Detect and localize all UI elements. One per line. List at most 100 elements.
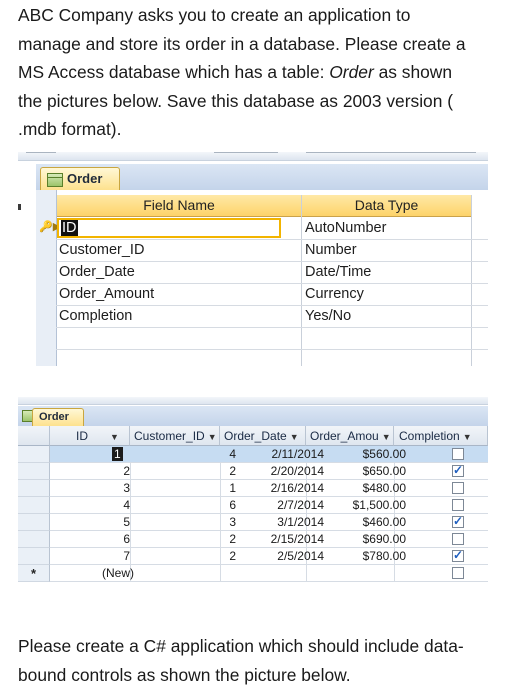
completion-checkbox[interactable] [452,482,464,494]
table-design-view: Order Field Name Data Type 🔑▶ ID AutoNum… [18,152,488,366]
tab-order-datasheet[interactable]: Order [32,408,84,427]
outro-line-1: Please create a C# application which sho… [18,636,464,656]
tab-order-label: Order [67,171,103,186]
completion-checkbox[interactable] [452,463,464,477]
grid-divider [301,195,302,366]
document-tab-bar: Order [36,164,488,191]
cell-id[interactable]: 1 [112,446,130,463]
column-header-order-date[interactable]: Order_Date ▼ [220,426,306,446]
datasheet-grid: ID ▼ Customer_ID ▼ Order_Date ▼ Order_Amou ▼… [18,426,488,606]
column-header-completion[interactable]: Completion ▼ [394,426,488,446]
cell-order-amount[interactable]: $480.00 [306,480,406,497]
select-all-corner[interactable] [18,426,50,446]
cell-id[interactable]: 7 [112,548,130,565]
field-name-input-id[interactable]: ID [57,218,281,238]
completion-checkbox[interactable] [452,514,464,528]
field-name-order-date[interactable]: Order_Date [59,261,135,283]
data-type-id[interactable]: AutoNumber [305,217,386,239]
intro-paragraph: ABC Company asks you to create an applic… [18,1,498,144]
row-selector[interactable] [18,446,50,463]
column-header-customer-id-label: Customer_ID [134,429,205,443]
ribbon-strip [18,152,488,161]
table-row[interactable]: 3 1 2/16/2014 $480.00 [50,480,488,497]
intro-line-3-text: MS Access database which has a table: [18,62,330,83]
row-selector[interactable] [18,531,50,548]
sort-dropdown-icon[interactable]: ▼ [110,432,119,442]
data-type-order-date[interactable]: Date/Time [305,261,371,283]
sort-dropdown-icon[interactable]: ▼ [463,432,472,442]
tab-order-label: Order [39,411,69,423]
field-name-completion[interactable]: Completion [59,305,132,327]
table-row[interactable]: 4 6 2/7/2014 $1,500.00 [50,497,488,514]
data-type-header[interactable]: Data Type [302,195,471,217]
table-row[interactable]: 5 3 3/1/2014 $460.00 [50,514,488,531]
intro-line-5: .mdb format). [18,119,122,140]
column-header-order-date-label: Order_Date [224,429,287,443]
sort-dropdown-icon[interactable]: ▼ [382,432,391,442]
column-header-id-label: ID [76,429,88,443]
table-datasheet-view: Order ID ▼ Customer_ID ▼ Order_Date ▼ Order… [18,397,488,606]
intro-line-1: ABC Company asks you to create an applic… [18,5,411,25]
data-type-customer-id[interactable]: Number [305,239,357,261]
field-grid: Field Name Data Type 🔑▶ ID AutoNumber Cu… [36,190,488,366]
cell-id-value: 1 [112,447,123,461]
completion-checkbox[interactable] [452,533,464,545]
cell-order-amount[interactable]: $780.00 [306,548,406,565]
column-header-order-amount-label: Order_Amou [310,429,379,443]
tab-order-design[interactable]: Order [40,167,120,191]
cell-order-amount[interactable]: $560.00 [306,446,406,463]
outro-line-2: bound controls as shown the picture belo… [18,664,351,685]
column-header-customer-id[interactable]: Customer_ID ▼ [130,426,220,446]
new-record-label[interactable]: (New) [84,565,134,582]
ribbon-strip [18,397,488,405]
cell-id[interactable]: 6 [112,531,130,548]
outro-paragraph: Please create a C# application which sho… [18,632,498,689]
table-row[interactable]: 7 2 2/5/2014 $780.00 [50,548,488,565]
row-selector[interactable] [18,548,50,565]
new-row-selector[interactable]: * [18,565,50,582]
cell-id[interactable]: 2 [112,463,130,480]
data-type-completion[interactable]: Yes/No [305,305,351,327]
column-header-completion-label: Completion [399,429,460,443]
column-header-id[interactable]: ID ▼ [50,426,130,446]
scroll-marker [18,204,21,210]
completion-checkbox[interactable] [452,548,464,562]
field-name-id: ID [61,220,78,236]
table-row[interactable]: 6 2 2/15/2014 $690.00 [50,531,488,548]
intro-line-4: the pictures below. Save this database a… [18,90,454,111]
table-row[interactable]: 1 4 2/11/2014 $560.00 [50,446,488,463]
table-name-emphasis: Order [329,62,374,83]
table-row[interactable]: 2 2 2/20/2014 $650.00 [50,463,488,480]
cell-id[interactable]: 4 [112,497,130,514]
table-icon [47,173,63,187]
cell-order-amount[interactable]: $1,500.00 [306,497,406,514]
intro-line-3-tail: as shown [373,62,453,83]
document-tab-bar: Order [18,406,488,427]
sort-dropdown-icon[interactable]: ▼ [208,432,217,442]
row-selector[interactable] [18,480,50,497]
field-name-customer-id[interactable]: Customer_ID [59,239,144,261]
grid-line [56,349,488,350]
data-type-order-amount[interactable]: Currency [305,283,364,305]
grid-line [56,327,488,328]
row-selector[interactable] [18,514,50,531]
row-selector-column [36,190,57,366]
cell-id[interactable]: 3 [112,480,130,497]
intro-line-2: manage and store its order in a database… [18,33,466,54]
cell-order-amount[interactable]: $690.00 [306,531,406,548]
intro-line-3: MS Access database which has a table: Or… [18,58,498,87]
row-selector[interactable] [18,463,50,480]
completion-checkbox[interactable] [452,448,464,460]
field-name-order-amount[interactable]: Order_Amount [59,283,154,305]
row-selector[interactable] [18,497,50,514]
completion-checkbox[interactable] [452,499,464,511]
field-name-header[interactable]: Field Name [57,195,301,217]
cell-id[interactable]: 5 [112,514,130,531]
cell-order-amount[interactable]: $460.00 [306,514,406,531]
sort-dropdown-icon[interactable]: ▼ [290,432,299,442]
new-record-row[interactable]: (New) [50,565,488,582]
cell-order-amount[interactable]: $650.00 [306,463,406,480]
grid-divider [471,195,472,366]
completion-checkbox[interactable] [452,567,464,579]
column-header-order-amount[interactable]: Order_Amou ▼ [306,426,394,446]
